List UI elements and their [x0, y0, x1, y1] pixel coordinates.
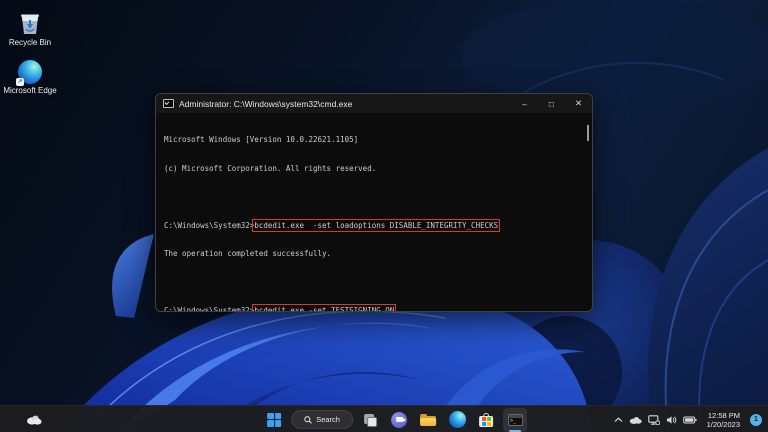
terminal-line: (c) Microsoft Corporation. All rights re… — [164, 164, 582, 174]
prompt: C:\Windows\System32> — [164, 221, 254, 230]
desktop-icon-label: Microsoft Edge — [3, 86, 56, 95]
search-icon — [304, 416, 312, 424]
close-button[interactable]: ✕ — [565, 94, 592, 113]
desktop-icon-label: Recycle Bin — [9, 38, 51, 47]
chat-button[interactable] — [387, 408, 411, 432]
maximize-button[interactable]: □ — [538, 94, 565, 113]
terminal-line — [164, 192, 582, 202]
highlighted-command: bcdedit.exe -set TESTSIGNING ON — [254, 306, 394, 312]
edge-button[interactable] — [445, 408, 469, 432]
cmd-window: Administrator: C:\Windows\system32\cmd.e… — [155, 93, 593, 312]
chat-icon — [391, 412, 407, 428]
network-tray-icon[interactable] — [648, 415, 660, 425]
terminal-scrollbar[interactable] — [584, 113, 591, 312]
taskbar: Search — [0, 405, 768, 432]
speaker-icon — [666, 415, 677, 425]
terminal-command-line: C:\Windows\System32>bcdedit.exe -set loa… — [164, 221, 582, 231]
clock-date: 1/20/2023 — [707, 420, 740, 429]
store-button[interactable] — [474, 408, 498, 432]
terminal-line: Microsoft Windows [Version 10.0.22621.11… — [164, 135, 582, 145]
volume-tray-icon[interactable] — [666, 415, 677, 425]
highlighted-command: bcdedit.exe -set loadoptions DISABLE_INT… — [254, 221, 498, 230]
taskbar-clock[interactable]: 12:58 PM 1/20/2023 — [707, 411, 740, 429]
onedrive-tray-icon[interactable] — [629, 416, 642, 424]
desktop-icon-microsoft-edge[interactable]: ↗ Microsoft Edge — [2, 60, 58, 95]
battery-icon — [683, 416, 697, 424]
window-title: Administrator: C:\Windows\system32\cmd.e… — [179, 99, 511, 109]
start-button[interactable] — [262, 408, 286, 432]
shortcut-arrow-badge: ↗ — [16, 78, 24, 86]
notification-badge[interactable]: 1 — [750, 414, 762, 426]
widgets-button[interactable] — [22, 408, 46, 432]
scrollbar-thumb[interactable] — [587, 125, 589, 141]
active-app-indicator — [509, 430, 521, 432]
terminal-line: The operation completed successfully. — [164, 249, 582, 259]
prompt: C:\Windows\System32> — [164, 306, 254, 312]
edge-icon — [449, 411, 466, 428]
file-explorer-button[interactable] — [416, 408, 440, 432]
recycle-bin-icon — [17, 8, 43, 36]
terminal-command-line: C:\Windows\System32>bcdedit.exe -set TES… — [164, 306, 582, 312]
terminal-output[interactable]: Microsoft Windows [Version 10.0.22621.11… — [156, 113, 592, 312]
desktop-icon-recycle-bin[interactable]: Recycle Bin — [2, 8, 58, 47]
desktop: Recycle Bin ↗ Microsoft Edge Administrat… — [0, 0, 768, 432]
cmd-window-icon — [163, 99, 174, 108]
command-prompt-button-active[interactable] — [503, 408, 527, 432]
clock-time: 12:58 PM — [707, 411, 740, 420]
terminal-line — [164, 278, 582, 288]
file-explorer-icon — [420, 414, 436, 426]
battery-tray-icon[interactable] — [683, 416, 697, 424]
task-view-button[interactable] — [358, 408, 382, 432]
search-label: Search — [316, 415, 340, 424]
windows-logo-icon — [267, 413, 281, 427]
edge-icon: ↗ — [18, 60, 42, 84]
network-icon — [648, 415, 660, 425]
search-box[interactable]: Search — [291, 410, 353, 429]
chevron-up-icon — [614, 417, 623, 423]
window-controls: – □ ✕ — [511, 94, 592, 113]
show-hidden-icons-button[interactable] — [614, 417, 623, 423]
weather-cloud-icon — [26, 414, 42, 425]
microsoft-store-icon — [479, 413, 493, 427]
minimize-button[interactable]: – — [511, 94, 538, 113]
command-prompt-icon — [508, 414, 523, 426]
titlebar[interactable]: Administrator: C:\Windows\system32\cmd.e… — [156, 94, 592, 113]
onedrive-cloud-icon — [629, 416, 642, 424]
